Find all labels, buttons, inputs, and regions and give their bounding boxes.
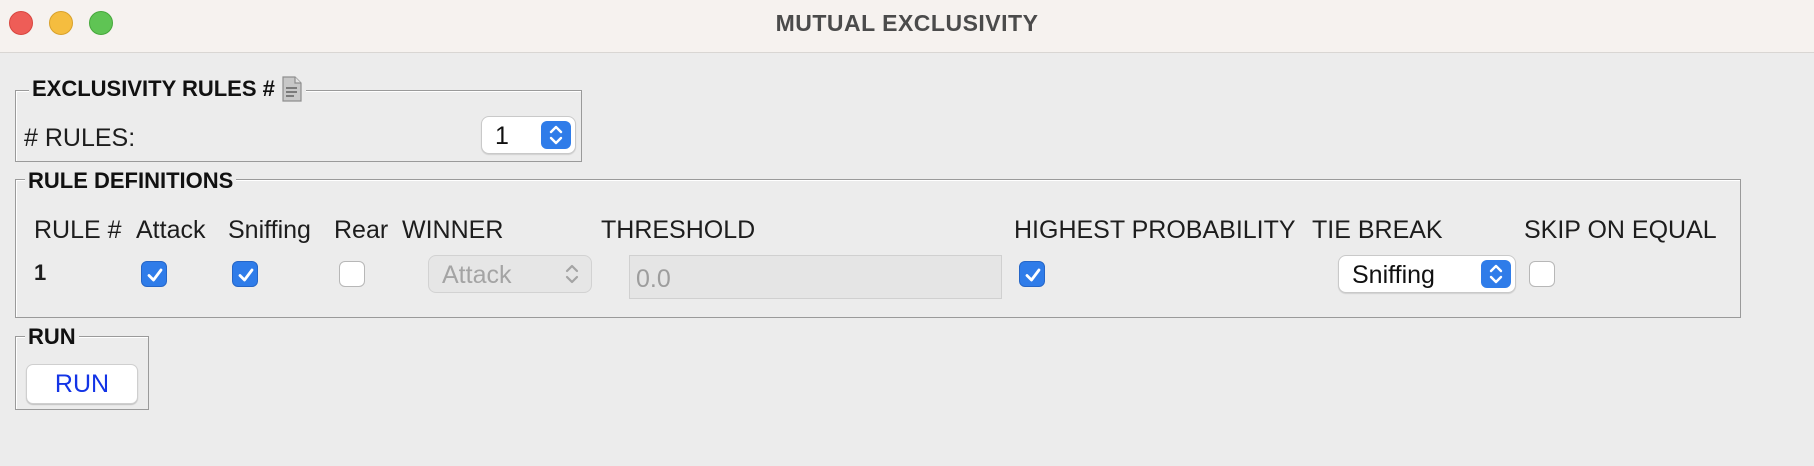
sniffing-checkbox[interactable] (232, 261, 258, 287)
run-legend: RUN (25, 324, 79, 350)
tie-break-value: Sniffing (1352, 261, 1435, 289)
title-bar: MUTUAL EXCLUSIVITY (0, 0, 1814, 53)
column-header-rule: RULE # (34, 216, 122, 244)
rules-count-value: 1 (495, 122, 509, 150)
attack-checkbox[interactable] (141, 261, 167, 287)
up-down-arrows-icon[interactable] (1481, 260, 1511, 288)
up-down-arrows-icon[interactable] (541, 121, 571, 149)
threshold-field[interactable]: 0.0 (629, 255, 1002, 299)
exclusivity-rules-legend: EXCLUSIVITY RULES # (29, 76, 306, 102)
rule-definitions-legend: RULE DEFINITIONS (25, 168, 237, 194)
rule-number: 1 (34, 260, 47, 285)
column-header-tie-break: TIE BREAK (1312, 216, 1443, 244)
rear-checkbox[interactable] (339, 261, 365, 287)
run-button[interactable]: RUN (26, 364, 138, 404)
run-group-title: RUN (28, 324, 76, 349)
threshold-value: 0.0 (636, 265, 671, 293)
up-down-arrows-icon (557, 260, 587, 288)
rules-count-stepper[interactable]: 1 (481, 116, 576, 154)
rule-definitions-title: RULE DEFINITIONS (28, 168, 234, 193)
exclusivity-rules-title: EXCLUSIVITY RULES # (32, 76, 275, 101)
column-header-highest-probability: HIGHEST PROBABILITY (1014, 216, 1296, 244)
checkmark-icon (238, 268, 254, 282)
column-header-attack: Attack (136, 216, 206, 244)
highest-probability-checkbox[interactable] (1019, 261, 1045, 287)
document-icon[interactable] (281, 76, 303, 102)
column-header-rear: Rear (334, 216, 389, 244)
tie-break-select[interactable]: Sniffing (1338, 255, 1516, 293)
window-title: MUTUAL EXCLUSIVITY (775, 10, 1039, 36)
checkmark-icon (1025, 268, 1041, 282)
rules-count-label: # RULES: (24, 124, 136, 152)
checkmark-icon (147, 268, 163, 282)
column-header-sniffing: Sniffing (228, 216, 311, 244)
winner-select[interactable]: Attack (428, 255, 592, 293)
column-header-skip-on-equal: SKIP ON EQUAL (1524, 216, 1717, 244)
column-header-threshold: THRESHOLD (601, 216, 756, 244)
winner-value: Attack (442, 261, 512, 289)
skip-on-equal-checkbox[interactable] (1529, 261, 1555, 287)
column-header-winner: WINNER (402, 216, 504, 244)
